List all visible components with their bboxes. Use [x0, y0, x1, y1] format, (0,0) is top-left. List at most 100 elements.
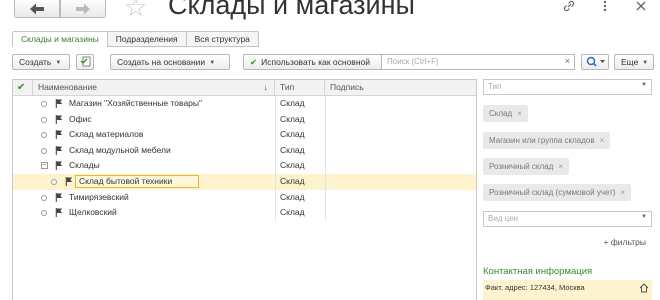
- table-row[interactable]: Магазин "Хозяйственные товары" Склад: [13, 96, 476, 112]
- search-input[interactable]: Поиск (Ctrl+F) ×: [381, 54, 575, 70]
- add-filters-link[interactable]: + фильтры: [603, 237, 646, 247]
- chevron-down-icon: ▼: [641, 82, 647, 88]
- type-chip-label: Склад: [489, 109, 513, 118]
- more-vertical-icon[interactable]: [598, 0, 612, 14]
- use-as-main-button[interactable]: ✔ Использовать как основной: [243, 54, 388, 70]
- tab-departments[interactable]: Подразделения: [106, 31, 187, 47]
- warehouse-table: ✔ Наименование ↓ Тип Подпись Магазин "Хо…: [12, 79, 477, 300]
- column-divider: [325, 158, 326, 174]
- copy-document-button[interactable]: [76, 54, 94, 70]
- create-based-on-button[interactable]: Создать на основании ▼: [110, 54, 230, 70]
- type-chip[interactable]: Розничный склад ×: [483, 158, 569, 175]
- chevron-down-icon: ▼: [642, 60, 649, 66]
- tree-bullet-icon: [51, 179, 57, 185]
- tree-bullet-icon: [41, 147, 47, 154]
- cell-name: Щелковский: [69, 207, 117, 218]
- create-button-label: Создать: [19, 57, 52, 67]
- cell-type: Склад: [280, 144, 305, 155]
- tab-whole-structure[interactable]: Вся структура: [185, 31, 259, 47]
- type-chip-label: Розничный склад (суммовой учет): [489, 188, 616, 197]
- favorite-star-icon[interactable]: ☆: [124, 0, 147, 23]
- arrow-right-icon: [76, 3, 90, 14]
- tree-bullet-icon: [41, 210, 47, 217]
- create-based-on-label: Создать на основании: [117, 57, 206, 67]
- tab-warehouses-and-stores[interactable]: Склады и магазины: [12, 31, 108, 47]
- type-chip-label: Магазин или группа складов: [489, 136, 595, 145]
- title-bar: ☆ Склады и магазины: [0, 0, 660, 28]
- contact-address: Факт. адрес: 127434, Москва: [485, 283, 585, 292]
- contact-info-box: Факт. адрес: 127434, Москва: [483, 280, 652, 300]
- forward-button[interactable]: [60, 0, 106, 18]
- type-chip[interactable]: Розничный склад (суммовой учет) ×: [483, 184, 632, 201]
- column-header-signature[interactable]: Подпись: [325, 80, 478, 96]
- type-chip-label: Розничный склад: [489, 162, 554, 171]
- remove-chip-icon[interactable]: ×: [600, 136, 605, 145]
- tree-bullet-icon: [41, 132, 47, 139]
- column-header-name[interactable]: Наименование ↓: [33, 80, 275, 96]
- price-type-filter-input[interactable]: Вид цен ▼: [483, 211, 652, 227]
- cell-name: Тимирязевский: [69, 191, 129, 202]
- sort-down-arrow-icon: ↓: [263, 82, 269, 92]
- type-chip[interactable]: Магазин или группа складов ×: [483, 132, 611, 149]
- filter-panel: Тип ▼ Склад × Магазин или группа складов ×…: [483, 79, 660, 300]
- more-button[interactable]: Еще ▼: [614, 54, 654, 70]
- chevron-down-icon: ▼: [55, 60, 62, 66]
- column-divider: [275, 96, 276, 112]
- price-type-placeholder: Вид цен: [488, 214, 519, 223]
- link-icon[interactable]: [562, 0, 576, 14]
- remove-chip-icon[interactable]: ×: [517, 109, 522, 118]
- tab-bar: Склады и магазины Подразделения Вся стру…: [12, 31, 259, 47]
- table-row[interactable]: Офис Склад: [13, 111, 476, 128]
- back-button[interactable]: [14, 0, 60, 18]
- type-chip[interactable]: Склад ×: [483, 105, 528, 122]
- table-row[interactable]: − Склады Склад: [13, 158, 476, 174]
- page-title: Склады и магазины: [168, 0, 415, 20]
- column-divider: [275, 205, 276, 221]
- warehouse-flag-icon: [55, 145, 63, 155]
- type-filter-placeholder: Тип: [488, 82, 502, 91]
- table-row[interactable]: Тимирязевский Склад: [13, 189, 476, 206]
- cell-type: Склад: [280, 160, 305, 171]
- remove-chip-icon[interactable]: ×: [558, 162, 563, 171]
- clear-search-icon[interactable]: ×: [565, 56, 570, 66]
- check-icon: ✔: [17, 82, 26, 93]
- collapse-group-icon[interactable]: −: [41, 162, 48, 170]
- tree-bullet-icon: [41, 194, 47, 201]
- home-icon[interactable]: [639, 283, 649, 293]
- chevron-down-icon: ▼: [641, 214, 647, 220]
- search-button[interactable]: [581, 54, 609, 70]
- column-divider: [325, 174, 326, 190]
- cell-name: Склады: [69, 160, 100, 171]
- column-divider: [275, 158, 276, 174]
- close-icon[interactable]: [634, 0, 648, 14]
- warehouse-flag-icon: [55, 208, 63, 218]
- table-row[interactable]: Склад материалов Склад: [13, 127, 476, 143]
- column-divider: [325, 142, 326, 159]
- cell-name: Офис: [69, 113, 92, 124]
- column-divider: [275, 127, 276, 143]
- type-filter-input[interactable]: Тип ▼: [483, 79, 652, 95]
- warehouse-flag-icon: [55, 161, 63, 171]
- column-divider: [325, 127, 326, 143]
- remove-chip-icon[interactable]: ×: [621, 188, 626, 197]
- column-divider: [325, 111, 326, 128]
- cell-type: Склад: [280, 113, 305, 124]
- table-row[interactable]: Склад модульной мебели Склад: [13, 142, 476, 159]
- warehouse-flag-icon: [65, 177, 73, 186]
- more-button-label: Еще: [621, 57, 639, 67]
- table-row[interactable]: Щелковский Склад: [13, 205, 476, 221]
- warehouse-flag-icon: [55, 192, 63, 202]
- create-button[interactable]: Создать ▼: [12, 54, 70, 70]
- contact-info-title: Контактная информация: [483, 266, 593, 277]
- column-divider: [325, 189, 326, 206]
- cell-name: Склад бытовой техники: [79, 176, 173, 186]
- column-header-type[interactable]: Тип: [275, 80, 325, 96]
- cell-type: Склад: [280, 98, 305, 108]
- column-header-name-label: Наименование: [38, 82, 97, 92]
- warehouse-flag-icon: [55, 99, 63, 108]
- tree-bullet-icon: [41, 101, 47, 107]
- table-row[interactable]: Склад бытовой техники Склад: [13, 174, 476, 190]
- tree-bullet-icon: [41, 116, 47, 123]
- search-icon: [586, 56, 605, 67]
- check-column-header[interactable]: ✔: [13, 80, 33, 96]
